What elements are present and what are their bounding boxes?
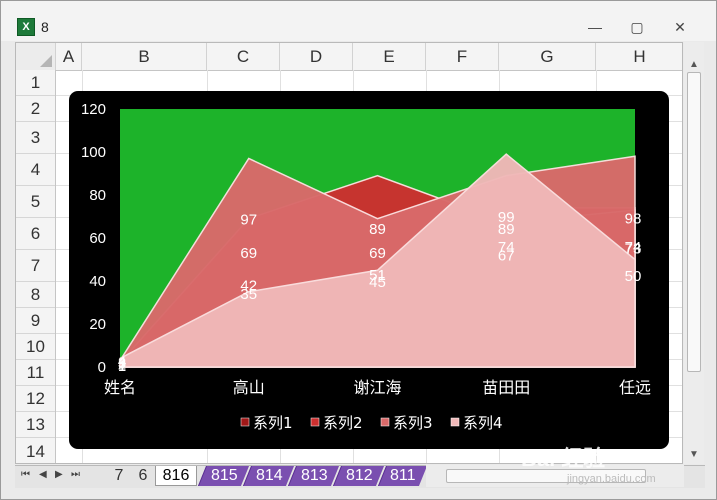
data-label-s4-p5: 50	[625, 268, 642, 285]
vertical-scroll-thumb[interactable]	[687, 72, 701, 372]
x-tick-label: 苗田田	[482, 378, 530, 397]
row-headers: 1 2 3 4 5 6 7 8 9 10 11 12 13 14	[16, 70, 56, 463]
select-all-corner[interactable]	[16, 43, 56, 70]
close-button[interactable]: ✕	[667, 17, 693, 37]
row-header-11[interactable]: 11	[16, 360, 55, 386]
column-header-d[interactable]: D	[280, 43, 353, 70]
y-tick-label: 20	[89, 316, 106, 333]
legend-swatch-1	[240, 417, 250, 427]
watermark-url: jingyan.baidu.com	[567, 473, 656, 485]
data-label-s4-p2: 35	[240, 286, 257, 303]
excel-icon: X	[17, 18, 35, 36]
data-label-s2-p3: 89	[369, 221, 386, 238]
watermark-logo: Bai 经验	[521, 446, 606, 471]
x-tick-label: 任远	[619, 378, 651, 397]
sheet-tab-6[interactable]: 6	[132, 466, 154, 486]
column-header-e[interactable]: E	[353, 43, 426, 70]
row-header-14[interactable]: 14	[16, 438, 55, 463]
y-tick-label: 40	[89, 273, 106, 290]
sheet-tab-811[interactable]: 811	[377, 466, 428, 486]
row-header-3[interactable]: 3	[16, 122, 55, 154]
column-header-a[interactable]: A	[56, 43, 82, 70]
sheet-tab-815-label: 815	[210, 467, 238, 484]
sheet-tab-814[interactable]: 814	[242, 466, 295, 486]
column-header-b[interactable]: B	[82, 43, 207, 70]
sheet-tab-816[interactable]: 816	[155, 466, 197, 486]
sheet-tab-814-label: 814	[255, 467, 283, 484]
minimize-button[interactable]: —	[582, 17, 608, 37]
column-headers: A B C D E F G H	[16, 43, 682, 71]
title-bar: X 8 — ▢ ✕	[1, 1, 716, 41]
column-header-h[interactable]: H	[596, 43, 682, 70]
data-label-s2-p2: 69	[240, 245, 257, 262]
row-header-2[interactable]: 2	[16, 96, 55, 122]
sheet-tab-815[interactable]: 815	[197, 466, 250, 486]
row-header-5[interactable]: 5	[16, 186, 55, 218]
scroll-up-icon[interactable]: ▲	[686, 56, 702, 73]
next-sheet-icon[interactable]: ▶	[55, 469, 63, 480]
legend-swatch-2	[310, 417, 320, 427]
row-header-9[interactable]: 9	[16, 308, 55, 334]
window-title: 8	[41, 19, 49, 35]
row-header-13[interactable]: 13	[16, 412, 55, 438]
maximize-button[interactable]: ▢	[624, 17, 650, 37]
legend-label-4: 系列4	[463, 414, 503, 432]
sheet-tab-813[interactable]: 813	[287, 466, 340, 486]
chart-svg: 0204060801001201425174 742698967 733976989…	[81, 101, 651, 432]
data-label-s4-p4: 99	[498, 209, 515, 226]
legend-label-3: 系列3	[393, 414, 433, 432]
excel-window: X 8 — ▢ ✕ A B C D E F G H 1 2 3 4 5 6 7 …	[0, 0, 717, 500]
sheet-tab-813-label: 813	[300, 467, 328, 484]
row-header-4[interactable]: 4	[16, 154, 55, 186]
data-label-s2-p4: 67	[498, 248, 515, 265]
sheet-tab-7[interactable]: 7	[107, 466, 131, 486]
y-tick-label: 120	[81, 101, 106, 118]
data-label-s4-p1: 4	[118, 354, 126, 371]
row-header-12[interactable]: 12	[16, 386, 55, 412]
y-tick-label: 100	[81, 144, 106, 161]
data-label-s2-p5: 73	[625, 240, 642, 257]
row-header-7[interactable]: 7	[16, 250, 55, 282]
column-header-g[interactable]: G	[499, 43, 596, 70]
row-header-6[interactable]: 6	[16, 218, 55, 250]
area-chart[interactable]: 0 20 40 60 80 100 120 1 42 51 74 74 2 69 89 67 73 3 97 69 89…	[69, 91, 669, 449]
y-tick-label: 0	[98, 359, 106, 376]
y-tick-label: 80	[89, 187, 106, 204]
row-header-1[interactable]: 1	[16, 70, 55, 96]
legend-swatch-4	[450, 417, 460, 427]
row-header-8[interactable]: 8	[16, 282, 55, 308]
column-header-f[interactable]: F	[426, 43, 499, 70]
legend-swatch-3	[380, 417, 390, 427]
first-sheet-icon[interactable]: ⏮	[21, 469, 30, 480]
data-label-s3-p2: 97	[240, 212, 257, 229]
data-label-s3-p5: 98	[625, 210, 642, 227]
sheet-tab-811-label: 811	[390, 467, 416, 484]
data-label-s3-p3: 69	[369, 245, 386, 262]
row-header-10[interactable]: 10	[16, 334, 55, 360]
legend-label-2: 系列2	[323, 414, 363, 432]
sheet-tab-812-label: 812	[345, 467, 373, 484]
prev-sheet-icon[interactable]: ◀	[39, 469, 47, 480]
scroll-down-icon[interactable]: ▼	[686, 446, 702, 463]
x-tick-label: 姓名	[104, 378, 136, 397]
vertical-scrollbar[interactable]: ▲ ▼	[684, 42, 704, 464]
x-tick-label: 高山	[233, 378, 265, 397]
last-sheet-icon[interactable]: ⏭	[71, 469, 80, 480]
column-header-c[interactable]: C	[207, 43, 280, 70]
data-label-s4-p3: 45	[369, 274, 386, 291]
legend-label-1: 系列1	[253, 414, 293, 432]
sheet-tab-812[interactable]: 812	[332, 466, 385, 486]
y-tick-label: 60	[89, 230, 106, 247]
x-tick-label: 谢江海	[353, 378, 401, 397]
